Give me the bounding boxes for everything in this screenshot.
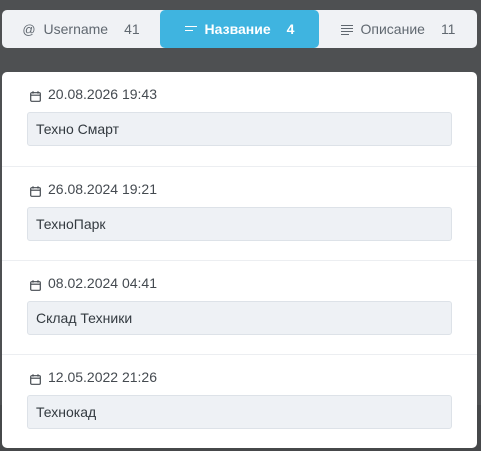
entry-value-field[interactable]: Технокад (27, 395, 452, 429)
tab-name[interactable]: Название 4 (160, 10, 319, 48)
paragraph-icon (340, 24, 353, 36)
tab-description-label: Описание (360, 21, 425, 37)
entries-panel: 20.08.2026 19:43 Техно Смарт 26.08.2024 … (2, 72, 477, 448)
entry-date: 08.02.2024 04:41 (30, 275, 157, 291)
entry-date-text: 26.08.2024 19:21 (48, 181, 157, 197)
entry-value-field[interactable]: Техно Смарт (27, 112, 452, 146)
entry-value-field[interactable]: ТехноПарк (27, 207, 452, 241)
calendar-icon (30, 278, 41, 291)
list-item: 12.05.2022 21:26 Технокад (2, 355, 477, 448)
calendar-icon (30, 184, 41, 197)
entry-date: 26.08.2024 19:21 (30, 181, 157, 197)
entry-date: 20.08.2026 19:43 (30, 86, 157, 102)
tab-username[interactable]: @ Username 41 (2, 10, 160, 48)
calendar-icon (30, 89, 41, 102)
entry-date: 12.05.2022 21:26 (30, 369, 157, 385)
entry-value-field[interactable]: Склад Техники (27, 301, 452, 335)
tab-username-count: 41 (124, 21, 140, 37)
entry-date-text: 08.02.2024 04:41 (48, 275, 157, 291)
list-item: 08.02.2024 04:41 Склад Техники (2, 261, 477, 355)
calendar-icon (30, 372, 41, 385)
tab-username-label: Username (43, 21, 109, 37)
tab-description[interactable]: Описание 11 (319, 10, 477, 48)
tab-description-count: 11 (440, 21, 456, 37)
list-item: 20.08.2026 19:43 Техно Смарт (2, 72, 477, 167)
entry-date-text: 12.05.2022 21:26 (48, 369, 157, 385)
at-icon: @ (22, 21, 36, 37)
lines-icon (184, 25, 197, 34)
list-item: 26.08.2024 19:21 ТехноПарк (2, 167, 477, 261)
tab-bar: @ Username 41 Название 4 Описание 11 (2, 10, 477, 48)
tab-name-label: Название (204, 21, 271, 37)
entry-date-text: 20.08.2026 19:43 (48, 86, 157, 102)
tab-name-count: 4 (286, 21, 295, 37)
